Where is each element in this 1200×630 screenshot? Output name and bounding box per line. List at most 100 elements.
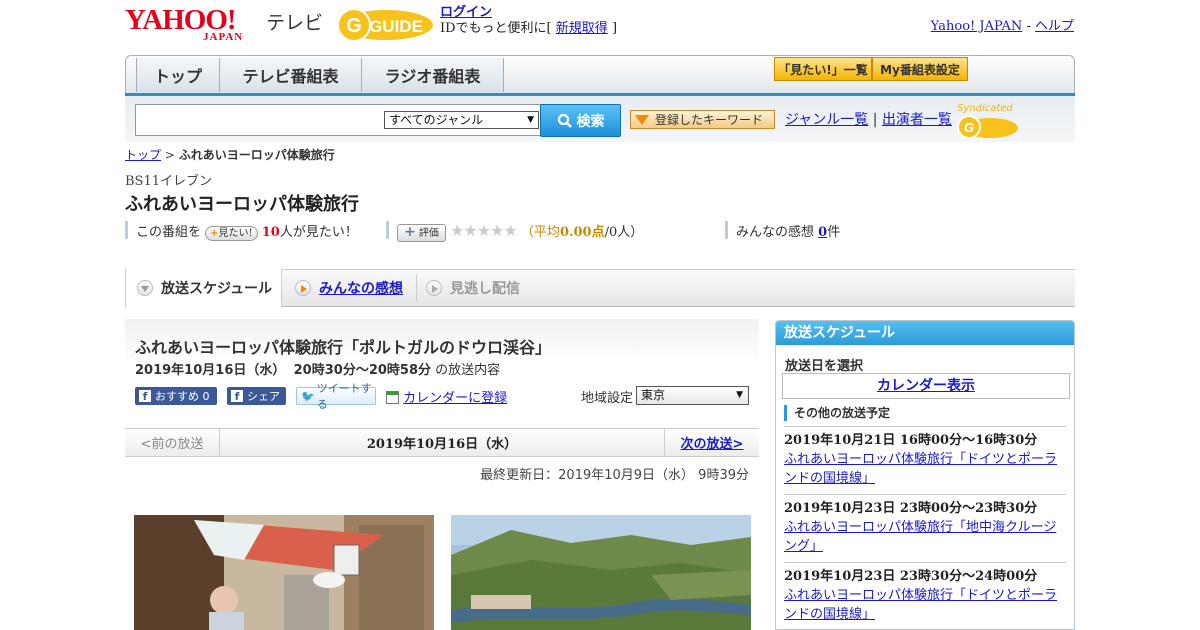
broadcast-title-link[interactable]: ふれあいヨーロッパ体験旅行「地中海クルージング」 [784, 520, 1056, 554]
divider [386, 221, 389, 239]
search-icon [557, 113, 572, 128]
rating-stars: ★★★★★ [450, 221, 518, 240]
episode-title: ふれあいヨーロッパ体験旅行「ポルトガルのドウロ渓谷」 [135, 338, 552, 357]
gguide-logo-icon: G GUIDE [337, 8, 433, 42]
calendar-display-link[interactable]: カレンダー表示 [877, 378, 975, 394]
tweet-button[interactable]: 🐦 ツイートする [296, 382, 376, 411]
tab-stream-label: 見逃し配信 [450, 281, 520, 297]
select-date-label: 放送日を選択 [785, 359, 864, 374]
broadcast-title-link[interactable]: ふれあいヨーロッパ体験旅行「ドイツとポーランドの国境線」 [784, 588, 1057, 622]
broadcast-title-link[interactable]: ふれあいヨーロッパ体験旅行「ドイツとポーランドの国境線」 [784, 452, 1057, 486]
facebook-share-button[interactable]: f シェア [227, 387, 286, 405]
reviews-section: みんなの感想 0件 [736, 221, 840, 240]
divider [725, 221, 728, 239]
rate-button-label: 評価 [418, 228, 439, 239]
tab-radio-listings[interactable]: ラジオ番組表 [362, 58, 504, 92]
avg-post: /0人） [604, 225, 644, 240]
yahoo-logo[interactable]: YAHOO! JAPAN [125, 4, 265, 44]
want-section: この番組を +見たい! 10人が見たい！ [136, 221, 358, 241]
register-link[interactable]: 新規取得 [556, 21, 608, 36]
login-link[interactable]: ログイン [440, 5, 492, 20]
twitter-icon: 🐦 [301, 389, 315, 403]
schedule-sidebar: 放送スケジュール 放送日を選択 カレンダー表示 その他の放送予定 2019年10… [775, 320, 1075, 630]
chevron-down-icon: ▼ [736, 390, 743, 400]
yahoo-japan-link[interactable]: Yahoo! JAPAN [931, 19, 1023, 34]
next-broadcast-link[interactable]: 次の放送> [681, 433, 744, 452]
want-list-button[interactable]: 「見たい!」一覧 [774, 57, 872, 81]
tab-top[interactable]: トップ [136, 58, 220, 92]
breadcrumb-home[interactable]: トップ [125, 148, 161, 162]
tab-schedule-label: 放送スケジュール [161, 281, 273, 297]
registered-keywords-label: 登録したキーワード [655, 113, 764, 127]
dropdown-arrow-icon [635, 115, 649, 125]
logo-sub: JAPAN [203, 31, 244, 43]
help-link[interactable]: ヘルプ [1035, 19, 1074, 34]
gguide-small-icon: G [957, 115, 1018, 139]
reviews-pre: みんなの感想 [736, 225, 815, 240]
broadcast-datetime: 2019年10月23日 23時30分～24時00分 [784, 569, 1038, 584]
last-updated: 最終更新日：2019年10月9日（水） 9時39分 [480, 468, 749, 483]
gguide-logo[interactable]: G GUIDE [334, 6, 434, 42]
avg-value: 0.00点 [559, 225, 605, 240]
program-stats: この番組を +見たい! 10人が見たい！ + 評価 ★★★★★ （平均0.00点… [125, 221, 1075, 242]
want-button-label: 見たい! [218, 228, 253, 239]
link-sep: - [1026, 19, 1031, 34]
tab-reviews-label[interactable]: みんなの感想 [319, 278, 403, 298]
list-item: 2019年10月21日 16時00分～16時30分 ふれあいヨーロッパ体験旅行「… [784, 426, 1066, 488]
service-name: テレビ [266, 12, 324, 34]
calendar-button[interactable]: カレンダー表示 [782, 373, 1070, 399]
svg-text:G: G [346, 15, 362, 37]
list-item: 2019年10月23日 23時30分～24時00分 ふれあいヨーロッパ体験旅行「… [784, 562, 1066, 624]
tweet-label: ツイートする [316, 382, 372, 411]
breadcrumb-sep: > [164, 148, 175, 162]
breadcrumb-current: ふれあいヨーロッパ体験旅行 [178, 148, 335, 162]
tab-divider [416, 274, 417, 302]
tab-tv-listings[interactable]: テレビ番組表 [220, 58, 362, 92]
svg-text:G: G [964, 120, 974, 135]
broadcast-datetime: 2019年10月21日 16時00分～16時30分 [784, 433, 1038, 448]
play-icon [426, 280, 442, 296]
valley-photo-image [451, 515, 751, 630]
rate-button[interactable]: + 評価 [397, 224, 446, 242]
tab-schedule[interactable]: 放送スケジュール [125, 269, 282, 307]
region-select[interactable]: 東京 ▼ [636, 386, 749, 405]
street-photo-image [134, 515, 434, 630]
reviews-count-link[interactable]: 0 [818, 225, 827, 240]
search-links: ジャンル一覧 | 出演者一覧 [785, 109, 952, 129]
facebook-recommend-button[interactable]: f おすすめ 0 [135, 387, 217, 405]
want-button[interactable]: +見たい! [205, 226, 258, 241]
sidebar-heading: 放送スケジュール [776, 321, 1074, 345]
other-broadcasts-heading: その他の放送予定 [784, 405, 890, 421]
logo-text: YAHOO! [125, 4, 237, 36]
current-broadcast-date: 2019年10月16日（水） [366, 437, 518, 452]
plus-icon: + [404, 224, 416, 240]
tab-reviews[interactable]: みんなの感想 [295, 270, 417, 306]
divider [125, 221, 128, 239]
want-count: 10 [261, 225, 280, 240]
genre-select[interactable]: すべてのジャンル ▼ [384, 111, 539, 129]
search-bar: すべてのジャンル ▼ 検索 登録したキーワード ジャンル一覧 | 出演者一覧 Sy… [125, 96, 1075, 142]
syndicated-label: Syndicated [957, 103, 1013, 114]
prev-broadcast: <前の放送 [125, 429, 220, 456]
channel-name: BS11イレブン [125, 174, 213, 189]
rating-section: + 評価 ★★★★★ （平均0.00点/0人） [397, 221, 643, 242]
episode-photo-valley [451, 515, 751, 630]
registered-keywords-button[interactable]: 登録したキーワード [630, 110, 775, 129]
login-box: ログイン IDでもっと便利に[ 新規取得 ] [440, 5, 617, 37]
episode-date-post: の放送内容 [435, 363, 501, 378]
genre-select-value: すべてのジャンル [389, 113, 484, 127]
chevron-down-icon [137, 280, 153, 296]
episode-photo-street [134, 515, 434, 630]
gguide-word: GUIDE [369, 17, 423, 36]
share-label: シェア [247, 390, 280, 403]
tab-stream[interactable]: 見逃し配信 [426, 270, 556, 306]
genre-list-link[interactable]: ジャンル一覧 [785, 112, 868, 128]
recommend-label: おすすめ 0 [155, 390, 210, 403]
episode-time: 20時30分～20時58分 [293, 363, 432, 378]
performer-list-link[interactable]: 出演者一覧 [882, 112, 952, 128]
calendar-link[interactable]: カレンダーに登録 [403, 391, 507, 406]
calendar-register[interactable]: カレンダーに登録 [386, 387, 507, 406]
my-listing-button[interactable]: My番組表設定 [872, 57, 968, 81]
search-button[interactable]: 検索 [540, 104, 621, 137]
list-item: 2019年10月23日 23時00分～23時30分 ふれあいヨーロッパ体験旅行「… [784, 494, 1066, 556]
